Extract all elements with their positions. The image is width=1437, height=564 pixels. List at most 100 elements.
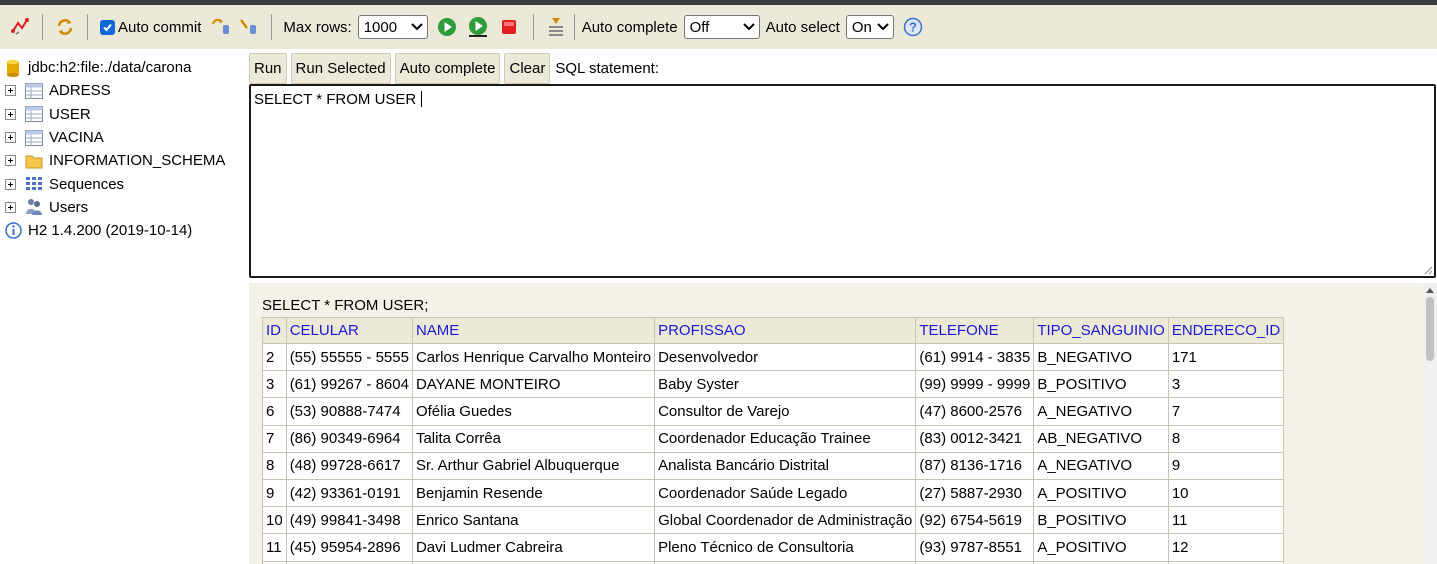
table-cell: A_POSITIVO <box>1033 478 1169 508</box>
auto-complete-button[interactable]: Auto complete <box>394 53 501 84</box>
result-query-text: SELECT * FROM USER; <box>262 297 429 314</box>
sidebar: jdbc:h2:file:./data/carona ADRESS USER V… <box>0 56 246 242</box>
table-row: 2 (55) 55555 - 5555 Carlos Henrique Carval… <box>262 342 1285 372</box>
table-cell: Enrico Santana <box>411 506 656 535</box>
column-header-tipo-sanguinio[interactable]: TIPO_SANGUINIO <box>1033 317 1169 344</box>
expand-icon[interactable] <box>5 132 16 144</box>
column-header-profissao[interactable]: PROFISSAO <box>654 317 917 344</box>
toolbar: Auto commit Max rows: 1000 Auto complete… <box>0 5 1437 49</box>
table-cell: (45) 95954-2896 <box>285 533 413 562</box>
table-cell: (83) 0012-3421 <box>915 424 1035 453</box>
column-header-telefone[interactable]: TELEFONE <box>915 317 1035 344</box>
max-rows-value: 1000 <box>363 18 398 36</box>
table-icon <box>25 129 43 147</box>
run-icon[interactable] <box>436 16 458 38</box>
run-button[interactable]: Run <box>249 53 287 84</box>
table-cell: 7 <box>262 424 287 453</box>
tree-item-adress[interactable]: ADRESS <box>0 79 246 102</box>
rollback-icon[interactable] <box>238 16 260 38</box>
toolbar-separator <box>271 14 273 40</box>
scroll-up-icon[interactable] <box>1426 288 1434 293</box>
stop-icon[interactable] <box>498 16 520 38</box>
info-icon <box>4 222 22 240</box>
chevron-down-icon <box>742 23 755 31</box>
sql-editor[interactable]: SELECT * FROM USER <box>249 84 1436 278</box>
tree-item-vacina[interactable]: VACINA <box>0 126 246 149</box>
table-row: 7 (86) 90349-6964 Talita Corrêa Coordenador… <box>262 424 1285 453</box>
table-cell: 9 <box>262 478 287 508</box>
table-row: 10 (49) 99841-3498 Enrico Santana Global Co… <box>262 506 1285 535</box>
column-header-celular[interactable]: CELULAR <box>285 317 413 344</box>
table-cell: (53) 90888-7474 <box>285 397 413 426</box>
chevron-down-icon <box>410 23 423 31</box>
text-caret <box>421 91 423 107</box>
table-cell: 7 <box>1167 397 1285 426</box>
max-rows-select[interactable]: 1000 <box>357 15 428 39</box>
result-table: ID CELULAR NAME PROFISSAO TELEFONE TIPO_SANGU… <box>262 317 1285 564</box>
tree-item-label: VACINA <box>49 129 104 147</box>
tree-connection[interactable]: jdbc:h2:file:./data/carona <box>0 56 246 79</box>
toolbar-separator <box>87 14 88 40</box>
result-header-row: ID CELULAR NAME PROFISSAO TELEFONE TIPO_SANGU… <box>262 317 1285 344</box>
vertical-scrollbar[interactable] <box>1423 283 1437 564</box>
tree-item-label: INFORMATION_SCHEMA <box>49 152 226 170</box>
tree-item-label: USER <box>49 105 91 123</box>
table-cell: 171 <box>1167 342 1285 372</box>
auto-commit-checkbox[interactable] <box>100 19 115 35</box>
table-cell: A_NEGATIVO <box>1033 451 1169 480</box>
table-cell: 8 <box>262 451 287 480</box>
column-header-name[interactable]: NAME <box>411 317 656 344</box>
run-selected-button[interactable]: Run Selected <box>290 53 391 84</box>
connection-label: jdbc:h2:file:./data/carona <box>28 59 192 77</box>
table-cell: (99) 9999 - 9999 <box>915 370 1035 399</box>
table-cell: Benjamin Resende <box>411 478 656 508</box>
table-row: 8 (48) 99728-6617 Sr. Arthur Gabriel Albuq… <box>262 451 1285 480</box>
table-cell: Consultor de Varejo <box>654 397 917 426</box>
auto-select-select[interactable]: On <box>845 15 894 39</box>
table-cell: 10 <box>1167 478 1285 508</box>
table-cell: 2 <box>262 342 287 372</box>
sequences-icon <box>25 175 43 193</box>
tree-item-user[interactable]: USER <box>0 103 246 126</box>
toolbar-separator <box>532 14 534 40</box>
auto-complete-select[interactable]: Off <box>683 15 760 39</box>
tree-item-users[interactable]: Users <box>0 196 246 219</box>
table-cell: (47) 8600-2576 <box>915 397 1035 426</box>
expand-icon[interactable] <box>5 155 16 167</box>
table-cell: (61) 99267 - 8604 <box>285 370 413 399</box>
expand-icon[interactable] <box>5 178 16 190</box>
max-rows-label: Max rows: <box>283 18 352 36</box>
table-row: 6 (53) 90888-7474 Ofélia Guedes Consultor d… <box>262 397 1285 426</box>
help-icon[interactable]: ? <box>902 16 924 38</box>
table-cell: Coordenador Educação Trainee <box>654 424 917 453</box>
expand-icon[interactable] <box>5 85 16 97</box>
tree-item-information-schema[interactable]: INFORMATION_SCHEMA <box>0 149 246 172</box>
history-icon[interactable] <box>545 16 567 38</box>
table-cell: A_NEGATIVO <box>1033 397 1169 426</box>
table-cell: 10 <box>262 506 287 535</box>
table-cell: Coordenador Saúde Legado <box>654 478 917 508</box>
run-selected-icon[interactable] <box>467 16 489 38</box>
toolbar-separator <box>573 14 575 40</box>
refresh-icon[interactable] <box>54 16 76 38</box>
disconnect-icon[interactable] <box>9 16 31 38</box>
resize-grip-icon[interactable] <box>1423 265 1433 275</box>
toolbar-separator <box>42 14 43 40</box>
table-cell: Analista Bancário Distrital <box>654 451 917 480</box>
expand-icon[interactable] <box>5 201 16 213</box>
table-cell: B_NEGATIVO <box>1033 342 1169 372</box>
column-header-id[interactable]: ID <box>262 317 287 344</box>
help-glyph: ? <box>909 20 917 35</box>
scroll-thumb[interactable] <box>1426 297 1434 361</box>
table-cell: (48) 99728-6617 <box>285 451 413 480</box>
commit-icon[interactable] <box>210 16 232 38</box>
column-header-endereco-id[interactable]: ENDERECO_ID <box>1167 317 1285 344</box>
table-cell: 8 <box>1167 424 1285 453</box>
tree-item-sequences[interactable]: Sequences <box>0 172 246 195</box>
table-cell: Pleno Técnico de Consultoria <box>654 533 917 562</box>
clear-button[interactable]: Clear <box>504 53 551 84</box>
table-row: 3 (61) 99267 - 8604 DAYANE MONTEIRO Baby Sy… <box>262 370 1285 399</box>
expand-icon[interactable] <box>5 108 16 120</box>
folder-icon <box>25 152 43 170</box>
table-cell: (86) 90349-6964 <box>285 424 413 453</box>
